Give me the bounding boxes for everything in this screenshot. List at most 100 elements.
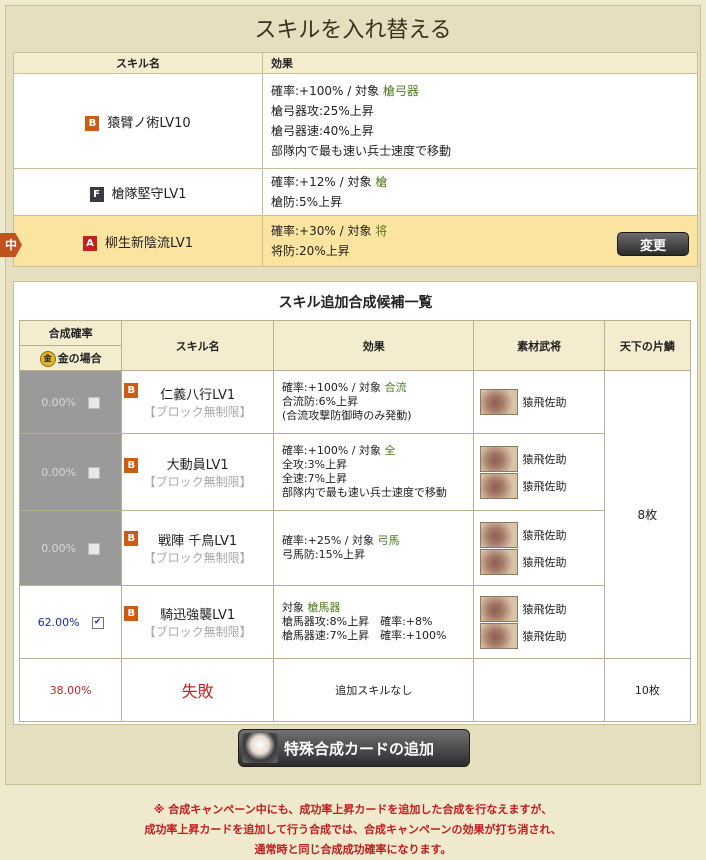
candidate-row[interactable]: 0.00% B 戦陣 千鳥LV1 【ブロック無制限】 確率:+25% / 対象 弓馬…	[18, 510, 691, 586]
page-title: スキルを入れ替える	[254, 18, 452, 43]
add-special-card-label: 特殊合成カードの追加	[284, 739, 435, 758]
rate-cell: 0.00%	[18, 370, 123, 434]
material-item[interactable]: 猿飛佐助	[480, 622, 597, 649]
general-portrait-icon	[480, 521, 519, 548]
material-item[interactable]: 猿飛佐助	[480, 445, 597, 472]
effect-line: 槍弓器速:40%上昇	[271, 124, 374, 138]
material-name: 猿飛佐助	[522, 396, 567, 409]
effect-text: 対象	[281, 601, 308, 614]
material-item[interactable]: 猿飛佐助	[480, 472, 597, 499]
rate-value: 0.00%	[41, 541, 77, 555]
candidate-row[interactable]: 0.00% B 大動員LV1 【ブロック無制限】 確率:+100% / 対象 全 全…	[18, 433, 691, 511]
material-cell: 猿飛佐助 猿飛佐助	[473, 510, 605, 586]
skill-name-cell: F 槍隊堅守LV1	[13, 168, 263, 216]
effect-line: 槍防:5%上昇	[271, 195, 343, 209]
gold-coin-icon: 金	[39, 350, 56, 367]
effect-text: 確率:+12% / 対象	[271, 175, 376, 189]
effect-text: 確率:+30% / 対象	[271, 224, 376, 238]
rank-badge: B	[124, 458, 139, 473]
effect-line: 対象 槍馬器	[282, 601, 466, 615]
candidate-checkbox-checked[interactable]: ✔	[91, 616, 104, 629]
effect-line: 槍馬器速:7%上昇 確率:+100%	[281, 629, 447, 642]
rate-value: 0.00%	[41, 395, 77, 409]
gold-label: 金の場合	[57, 351, 102, 365]
material-item[interactable]: 猿飛佐助	[480, 521, 597, 548]
candidate-effect-cell: 対象 槍馬器 槍馬器攻:8%上昇 確率:+8% 槍馬器速:7%上昇 確率:+10…	[272, 585, 475, 659]
candidate-name-cell: B 騎迅強襲LV1 【ブロック無制限】	[121, 585, 274, 659]
notice-line: 成功率上昇カードを追加して行う合成では、合成キャンペーンの効果が打ち消され、	[144, 823, 562, 836]
general-portrait-icon	[480, 595, 519, 622]
skill-table-header: スキル名 効果	[13, 52, 698, 74]
block-label: 【ブロック無制限】	[143, 625, 252, 639]
candidate-name-cell: B 仁義八行LV1 【ブロック無制限】	[121, 370, 274, 434]
notice-line: 通常時と同じ合成成功確率になります。	[254, 843, 452, 856]
rate-value: 0.00%	[41, 465, 77, 479]
fail-row: 38.00% 失敗 追加スキルなし 10枚	[18, 658, 692, 722]
effect-line: 全攻:3%上昇	[281, 458, 348, 471]
effect-line: 確率:+12% / 対象 槍	[271, 172, 689, 192]
candidate-title: スキル追加合成候補一覧	[278, 295, 433, 311]
rank-badge: B	[124, 606, 139, 621]
change-button[interactable]: 変更	[617, 232, 689, 256]
candidate-checkbox[interactable]	[88, 542, 101, 555]
current-skill-table: スキル名 効果 B 猿臂ノ術LV10 確率:+100% / 対象 槍弓器 槍弓器攻…	[13, 52, 698, 267]
candidate-name: 騎迅強襲LV1	[160, 608, 236, 623]
material-item[interactable]: 猿飛佐助	[480, 548, 597, 575]
col-effect: 効果	[262, 52, 698, 74]
general-portrait-icon	[480, 548, 519, 575]
skill-effect-cell: 確率:+100% / 対象 槍弓器 槍弓器攻:25%上昇 槍弓器速:40%上昇 …	[262, 73, 698, 169]
effect-line: 部隊内で最も速い兵士速度で移動	[281, 486, 447, 499]
skill-effect-cell: 確率:+12% / 対象 槍 槍防:5%上昇	[262, 168, 698, 216]
fail-material-cell	[473, 658, 605, 722]
candidate-checkbox[interactable]	[88, 466, 101, 479]
candidate-name-cell: B 戦陣 千鳥LV1 【ブロック無制限】	[121, 510, 274, 586]
fail-effect: 追加スキルなし	[272, 658, 475, 722]
skill-name-cell: A 柳生新陰流LV1	[13, 215, 263, 267]
col-gold: 金金の場合	[18, 345, 123, 371]
material-name: 猿飛佐助	[522, 629, 567, 643]
campaign-notice: ※ 合成キャンペーン中にも、成功率上昇カードを追加した合成を行なえますが、 成功…	[0, 800, 706, 860]
candidate-row[interactable]: 0.00% B 仁義八行LV1 【ブロック無制限】 確率:+100% / 対象 合流…	[18, 370, 692, 659]
candidate-checkbox[interactable]	[88, 396, 101, 409]
effect-line: 弓馬防:15%上昇	[281, 548, 366, 561]
material-cell: 猿飛佐助 猿飛佐助	[473, 433, 605, 511]
rate-value: 62.00%	[37, 615, 80, 629]
skill-row-active: A 柳生新陰流LV1 確率:+30% / 対象 将 将防:20%上昇 変更	[13, 215, 698, 267]
candidate-row[interactable]: 62.00% ✔ B 騎迅強襲LV1 【ブロック無制限】 対象 槍馬器 槍馬器攻:8%…	[18, 585, 691, 659]
col-skill-name: スキル名	[121, 320, 274, 371]
candidate-effect-cell: 確率:+100% / 対象 合流 合流防:6%上昇 (合流攻撃防御時のみ発動)	[272, 370, 475, 434]
kata-count-cell: 8枚	[603, 370, 692, 659]
effect-line: 確率:+100% / 対象 全	[282, 444, 466, 458]
effect-text: 確率:+25% / 対象	[281, 534, 378, 547]
candidate-effect-cell: 確率:+100% / 対象 全 全攻:3%上昇 全速:7%上昇 部隊内で最も速い…	[272, 433, 475, 511]
effect-target: 槍	[375, 175, 388, 189]
effect-text: 確率:+100% / 対象	[271, 84, 383, 98]
rate-cell: 0.00%	[18, 433, 123, 511]
col-rate: 合成確率	[18, 320, 123, 346]
candidate-table: 合成確率 スキル名 効果 素材武将 天下の片鱗 金金の場合 0.00% B 仁義八…	[18, 320, 692, 722]
candidate-name: 大動員LV1	[166, 458, 229, 473]
rank-badge: B	[124, 531, 139, 546]
candidate-name: 仁義八行LV1	[160, 388, 236, 403]
effect-line: 部隊内で最も速い兵士速度で移動	[271, 144, 452, 158]
skill-name: 猿臂ノ術LV10	[107, 115, 191, 131]
effect-line: (合流攻撃防御時のみ発動)	[281, 409, 412, 422]
add-special-card-button[interactable]: 特殊合成カードの追加	[238, 729, 470, 767]
material-name: 猿飛佐助	[522, 528, 567, 542]
material-item[interactable]: 猿飛佐助	[480, 389, 597, 415]
effect-target: 合流	[384, 381, 407, 394]
effect-target: 槍弓器	[382, 84, 419, 98]
material-item[interactable]: 猿飛佐助	[480, 595, 597, 622]
effect-text: 確率:+100% / 対象	[281, 381, 385, 394]
general-portrait-icon	[480, 445, 519, 472]
col-material: 素材武将	[473, 320, 605, 371]
skill-name: 槍隊堅守LV1	[111, 186, 187, 202]
effect-target: 将	[375, 224, 388, 238]
general-portrait-icon	[480, 389, 519, 415]
rate-cell: 0.00%	[18, 510, 123, 586]
candidate-panel: スキル追加合成候補一覧 合成確率 スキル名 効果 素材武将 天下の片鱗 金金の場…	[13, 281, 698, 725]
effect-target: 全	[384, 444, 396, 457]
block-label: 【ブロック無制限】	[143, 475, 252, 489]
col-effect: 効果	[272, 320, 475, 371]
skill-name-cell: B 猿臂ノ術LV10	[13, 73, 263, 169]
